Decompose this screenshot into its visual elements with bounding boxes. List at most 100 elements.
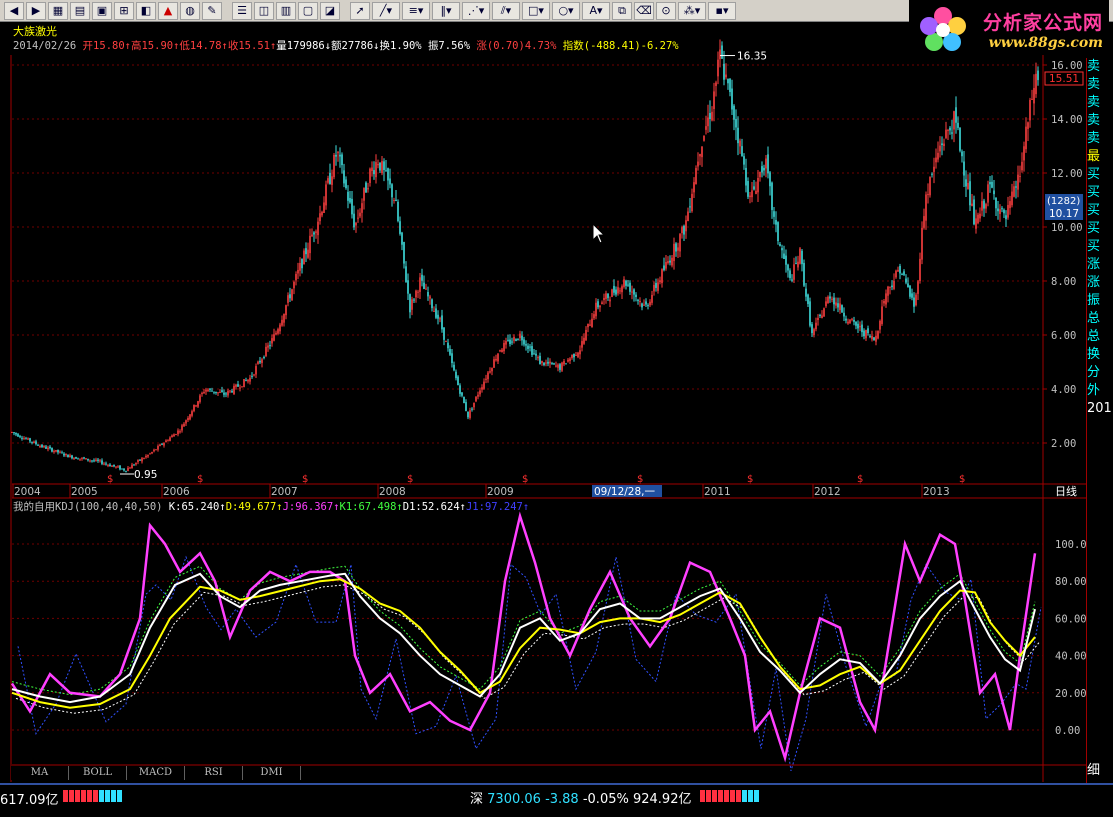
candle-body: [235, 384, 237, 387]
candle-body: [45, 446, 47, 449]
candle-body: [499, 350, 501, 352]
candle-body: [1019, 175, 1021, 177]
price-tick-label: 10.00: [1051, 222, 1083, 234]
candle-body: [851, 318, 853, 320]
candle-body: [1027, 122, 1029, 129]
candle-body: [175, 434, 177, 436]
cursor-date-label: 09/12/28,一: [594, 486, 655, 498]
indicator-tab-rsi[interactable]: RSI: [185, 766, 243, 780]
candle-body: [199, 395, 201, 402]
candle-body: [495, 358, 497, 361]
period-label[interactable]: 日线: [1046, 485, 1086, 499]
candle-body: [201, 392, 203, 395]
candle-body: [759, 171, 761, 178]
candle-body: [461, 392, 463, 396]
candle-body: [303, 250, 305, 265]
candle-body: [431, 299, 433, 309]
candle-body: [671, 257, 673, 266]
candle-body: [35, 441, 37, 445]
candle-body: [363, 187, 365, 201]
side-panel-label: 振: [1087, 293, 1101, 308]
chart-canvas[interactable]: 16.00 14.00 12.00 10.00 8.00 6.00 4.00 2.00 100.…: [0, 0, 1086, 783]
candle-body: [59, 451, 61, 453]
candle-body: [973, 199, 975, 225]
candle-body: [857, 323, 859, 329]
side-panel-label: 买: [1087, 239, 1101, 254]
candle-body: [447, 342, 449, 349]
time-axis-label: 2012: [814, 486, 841, 498]
candle-body: [529, 346, 531, 348]
candle-body: [841, 305, 843, 313]
index-pct: -0.05%: [582, 792, 629, 807]
candle-body: [729, 78, 731, 93]
candle-body: [339, 154, 341, 157]
price-tick-label: 16.00: [1051, 60, 1083, 72]
candle-body: [81, 457, 83, 459]
candle-body: [405, 266, 407, 282]
candle-body: [909, 285, 911, 297]
candle-body: [323, 202, 325, 214]
text-segment: K:65.240: [168, 501, 220, 513]
candle-body: [231, 390, 233, 393]
candle-body: [591, 318, 593, 328]
candle-body: [521, 335, 523, 341]
cursor-price-label: 10.17: [1049, 208, 1079, 220]
candle-body: [259, 360, 261, 363]
candle-body: [155, 449, 157, 451]
candle-body: [803, 262, 805, 286]
candle-body: [383, 161, 385, 170]
kdj-tick-label: 0.00: [1055, 725, 1080, 737]
candle-body: [535, 353, 537, 356]
candle-body: [337, 152, 339, 154]
candle-body: [71, 455, 73, 459]
candle-body: [291, 289, 293, 301]
candle-body: [985, 204, 987, 209]
candle-body: [457, 376, 459, 386]
side-panel-detail-label[interactable]: 细: [1087, 762, 1100, 780]
indicator-tab-macd[interactable]: MACD: [127, 766, 185, 780]
time-axis-label: 2005: [71, 486, 98, 498]
candle-body: [645, 301, 647, 305]
candle-body: [193, 404, 195, 412]
candle-body: [609, 299, 611, 302]
price-tick-label: 12.00: [1051, 168, 1083, 180]
breadth-bar-right: [700, 790, 759, 802]
candle-body: [471, 408, 473, 410]
candle-body: [545, 362, 547, 364]
candle-body: [721, 45, 723, 59]
indicator-tab-ma[interactable]: MA: [11, 766, 69, 780]
indicator-tabs: MA BOLL MACD RSI DMI: [11, 766, 301, 780]
candle-body: [693, 182, 695, 193]
candle-body: [167, 440, 169, 442]
candle-body: [705, 126, 707, 130]
candle-body: [183, 423, 185, 427]
candle-body: [673, 243, 675, 262]
indicator-tab-dmi[interactable]: DMI: [243, 766, 301, 780]
candle-body: [135, 462, 137, 465]
candle-body: [571, 354, 573, 359]
candle-body: [975, 218, 977, 229]
candle-body: [983, 200, 985, 209]
candle-body: [677, 247, 679, 251]
candle-body: [359, 212, 361, 217]
candle-body: [151, 451, 153, 454]
candle-body: [511, 341, 513, 343]
high-annotation: 16.35: [737, 51, 767, 63]
candle-body: [1037, 70, 1039, 81]
indicator-tab-boll[interactable]: BOLL: [69, 766, 127, 780]
candle-body: [75, 457, 77, 459]
candle-body: [627, 284, 629, 286]
candle-body: [791, 279, 793, 281]
candle-body: [237, 384, 239, 387]
candle-body: [189, 414, 191, 420]
candle-body: [735, 118, 737, 128]
candle-body: [991, 181, 993, 188]
candle-body: [1017, 174, 1019, 190]
candle-body: [437, 314, 439, 319]
candle-body: [283, 314, 285, 323]
candle-body: [197, 401, 199, 407]
candle-body: [561, 362, 563, 371]
candle-body: [65, 453, 67, 456]
candle-body: [37, 444, 39, 446]
candle-body: [391, 184, 393, 198]
